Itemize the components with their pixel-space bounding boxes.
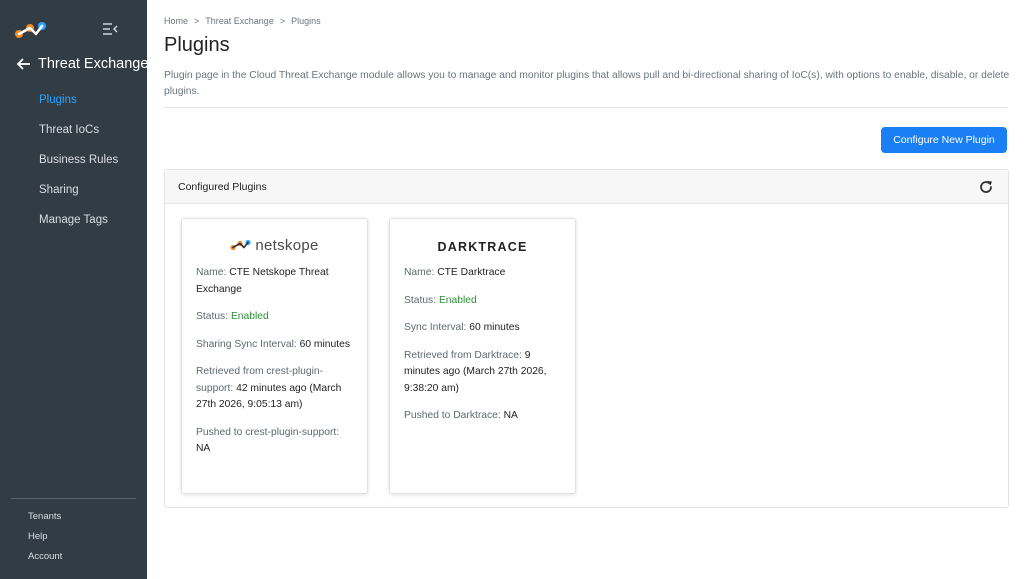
sidebar-item-sharing[interactable]: Sharing bbox=[39, 182, 118, 212]
breadcrumb-threat-exchange[interactable]: Threat Exchange bbox=[205, 16, 274, 26]
page-title: Plugins bbox=[164, 34, 230, 56]
status-badge: Enabled bbox=[230, 311, 269, 322]
plugin-card-darktrace[interactable]: DARKTRACE Name: CTE Darktrace Status: En… bbox=[389, 218, 576, 494]
plugin-sync-label: Sync Interval: bbox=[404, 322, 467, 333]
sidebar-divider bbox=[11, 498, 136, 499]
breadcrumb-separator: > bbox=[279, 16, 286, 26]
plugin-logo: DARKTRACE bbox=[390, 219, 575, 265]
panel-title: Configured Plugins bbox=[178, 181, 267, 193]
plugin-status-label: Status: bbox=[404, 294, 437, 306]
sidebar-item-plugins[interactable]: Plugins bbox=[39, 92, 118, 122]
plugin-logo-text: DARKTRACE bbox=[437, 240, 528, 254]
plugin-status: Status: Enabled bbox=[196, 309, 353, 326]
refresh-icon[interactable] bbox=[978, 179, 994, 195]
sidebar: Threat Exchange Plugins Threat IoCs Busi… bbox=[0, 0, 148, 579]
plugin-pushed-value: NA bbox=[196, 443, 211, 454]
plugin-retrieved: Retrieved from crest-plugin-support: 42 … bbox=[196, 364, 353, 414]
plugin-sync-interval: Sync Interval: 60 minutes bbox=[404, 320, 561, 337]
arrow-left-icon bbox=[16, 58, 30, 70]
plugin-sync-interval: Sharing Sync Interval: 60 minutes bbox=[196, 337, 353, 354]
plugin-pushed-value: NA bbox=[503, 410, 518, 421]
configure-new-plugin-button[interactable]: Configure New Plugin bbox=[881, 127, 1007, 153]
plugin-status: Status: Enabled bbox=[404, 293, 561, 310]
plugin-logo: netskope bbox=[182, 219, 367, 265]
sidebar-link-help[interactable]: Help bbox=[28, 530, 62, 550]
netskope-logo-icon bbox=[230, 239, 251, 251]
section-title: Threat Exchange bbox=[38, 56, 149, 72]
plugin-sync-value: 60 minutes bbox=[469, 322, 520, 333]
sidebar-item-manage-tags[interactable]: Manage Tags bbox=[39, 212, 118, 242]
breadcrumb-separator: > bbox=[194, 16, 200, 26]
plugin-pushed: Pushed to Darktrace: NA bbox=[404, 408, 561, 425]
plugin-sync-value: 60 minutes bbox=[299, 338, 350, 350]
status-badge: Enabled bbox=[438, 294, 477, 306]
back-to-threat-exchange[interactable]: Threat Exchange bbox=[16, 56, 148, 72]
sidebar-link-tenants[interactable]: Tenants bbox=[28, 510, 62, 530]
breadcrumb-home[interactable]: Home bbox=[164, 16, 188, 26]
breadcrumb: Home > Threat Exchange > Plugins bbox=[164, 16, 321, 26]
sidebar-link-account[interactable]: Account bbox=[28, 550, 62, 570]
configured-plugins-panel: Configured Plugins netskope Name: CTE Ne… bbox=[164, 169, 1009, 508]
plugin-name: Name: CTE Darktrace bbox=[404, 265, 561, 282]
netskope-logo-icon[interactable] bbox=[14, 20, 48, 40]
plugin-name: Name: CTE Netskope Threat Exchange bbox=[196, 265, 353, 298]
sidebar-item-business-rules[interactable]: Business Rules bbox=[39, 152, 118, 182]
plugin-name-value: CTE Darktrace bbox=[437, 267, 506, 278]
sidebar-item-threat-iocs[interactable]: Threat IoCs bbox=[39, 122, 118, 152]
plugin-pushed-label: Pushed to Darktrace: bbox=[404, 410, 501, 421]
panel-header: Configured Plugins bbox=[165, 170, 1008, 204]
plugin-name-label: Name: bbox=[196, 267, 227, 278]
header-divider bbox=[164, 107, 1008, 108]
breadcrumb-plugins: Plugins bbox=[291, 16, 321, 26]
plugin-status-label: Status: bbox=[196, 311, 229, 322]
plugin-name-label: Name: bbox=[404, 267, 435, 278]
sidebar-bottom-links: Tenants Help Account bbox=[28, 510, 62, 570]
plugin-pushed-label: Pushed to crest-plugin-support: bbox=[196, 426, 340, 438]
plugin-sync-label: Sharing Sync Interval: bbox=[196, 338, 297, 350]
sidebar-nav: Plugins Threat IoCs Business Rules Shari… bbox=[39, 92, 118, 242]
plugin-retrieved-label: Retrieved from Darktrace: bbox=[404, 349, 522, 361]
plugin-card-netskope[interactable]: netskope Name: CTE Netskope Threat Excha… bbox=[181, 218, 368, 494]
plugin-retrieved: Retrieved from Darktrace: 9 minutes ago … bbox=[404, 348, 561, 398]
page-description: Plugin page in the Cloud Threat Exchange… bbox=[164, 70, 1010, 97]
plugin-pushed: Pushed to crest-plugin-support: NA bbox=[196, 425, 353, 458]
plugin-logo-text: netskope bbox=[255, 236, 319, 254]
collapse-sidebar-icon[interactable] bbox=[102, 22, 118, 36]
